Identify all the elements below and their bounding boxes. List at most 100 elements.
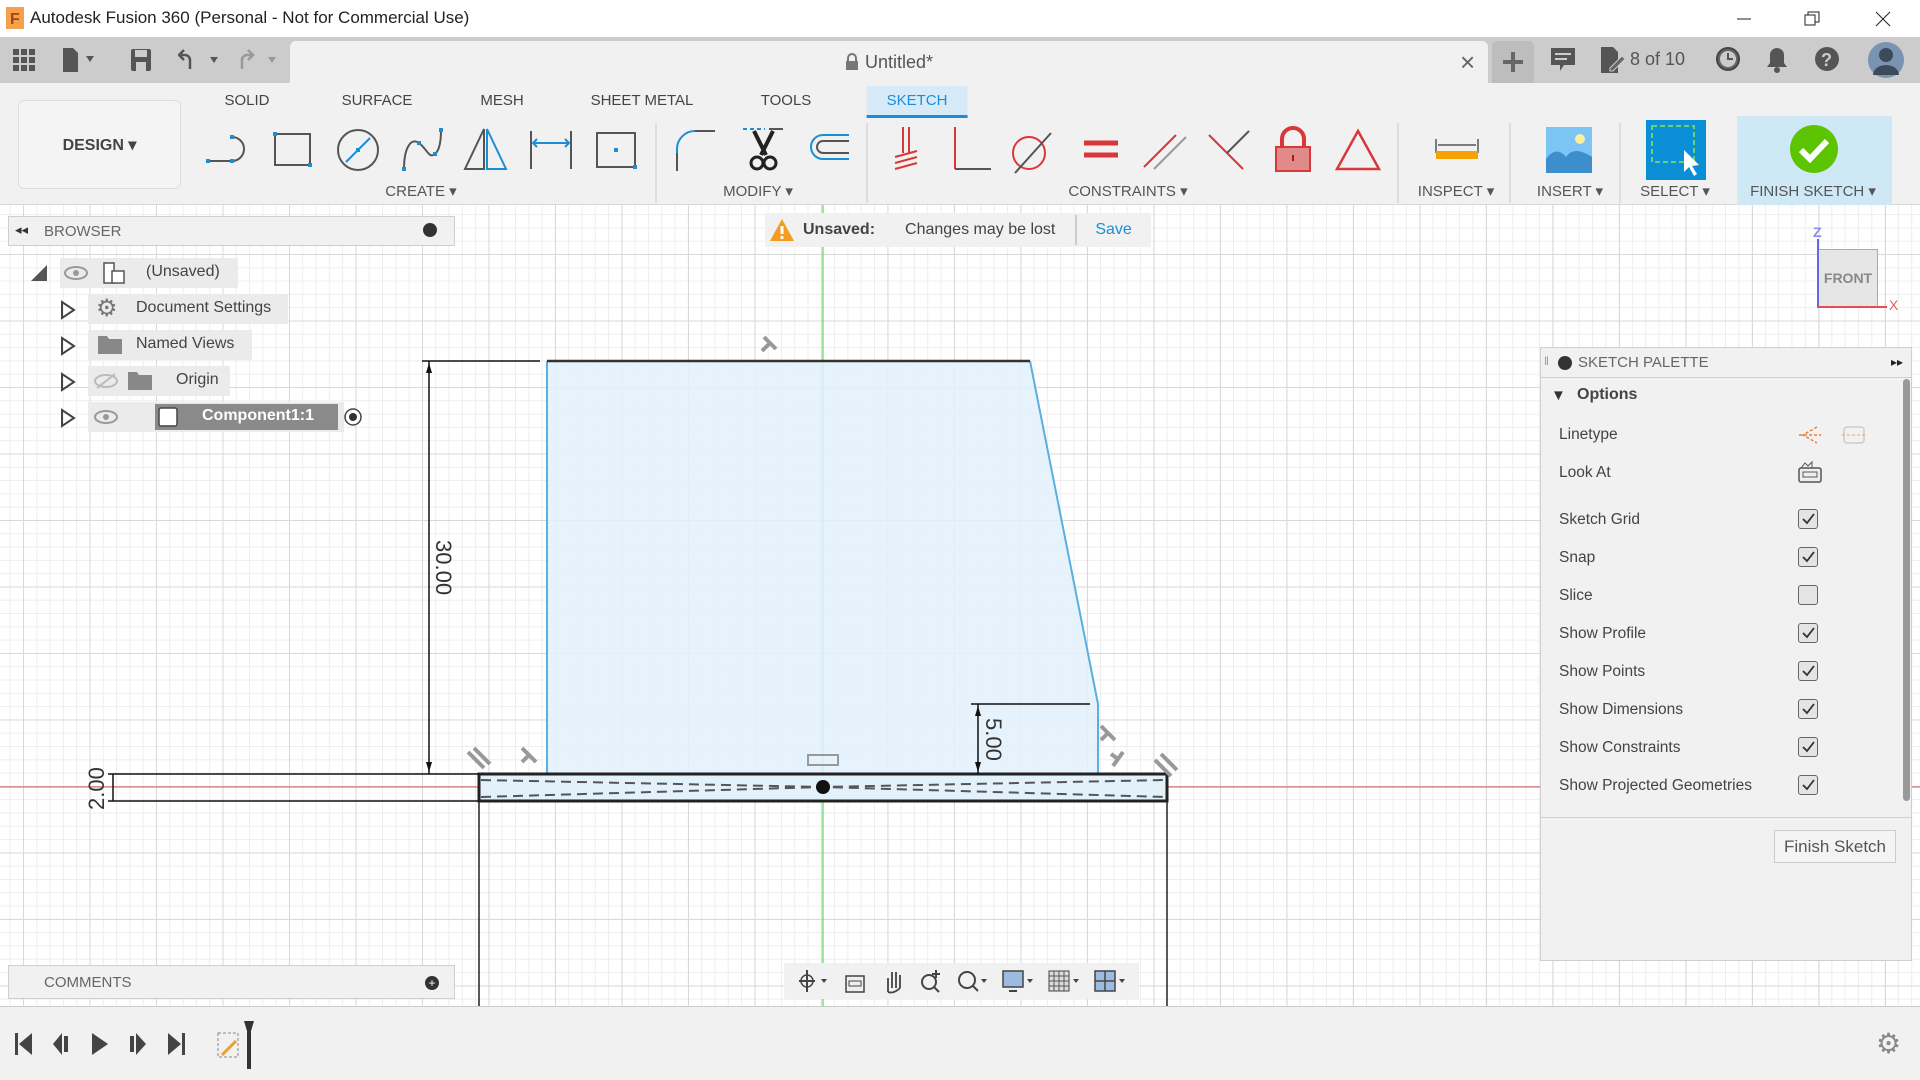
expand-arrow-icon[interactable] [60, 372, 76, 392]
spline-tool-icon[interactable] [395, 123, 449, 177]
job-status-icon[interactable] [1600, 46, 1626, 74]
finish-sketch-button[interactable]: Finish Sketch [1774, 830, 1896, 863]
select-menu[interactable]: SELECT ▾ [1640, 182, 1710, 200]
tab-mesh[interactable]: MESH [480, 92, 523, 109]
insert-menu[interactable]: INSERT ▾ [1537, 182, 1603, 200]
step-forward-icon[interactable] [128, 1032, 148, 1056]
expand-palette-icon[interactable]: ▸▸ [1891, 355, 1903, 369]
palette-minimize-icon[interactable] [1558, 356, 1572, 370]
restore-button[interactable] [1784, 0, 1840, 37]
option-checkbox[interactable] [1798, 775, 1818, 795]
timeline-settings-gear-icon[interactable]: ⚙ [1876, 1027, 1901, 1060]
measure-tool-icon[interactable] [1430, 123, 1484, 177]
rectangle-tool-icon[interactable] [266, 123, 320, 177]
app-grid-icon[interactable] [12, 48, 36, 72]
document-tab[interactable]: Untitled* × [290, 41, 1488, 83]
tab-sheet-metal[interactable]: SHEET METAL [591, 92, 694, 109]
workspace-switcher[interactable]: DESIGN ▾ [18, 100, 181, 189]
parallel-constraint-icon[interactable] [1138, 123, 1192, 177]
save-link[interactable]: Save [1095, 221, 1131, 239]
new-tab-button[interactable] [1492, 41, 1534, 83]
option-checkbox[interactable] [1798, 509, 1818, 529]
mirror-tool-icon[interactable] [459, 123, 513, 177]
finish-sketch-menu[interactable]: FINISH SKETCH ▾ [1750, 182, 1876, 200]
dimension-2-label[interactable]: 2.00 [84, 767, 109, 810]
constraints-menu[interactable]: CONSTRAINTS ▾ [1068, 182, 1187, 200]
job-count[interactable]: 8 of 10 [1630, 49, 1685, 70]
redo-icon[interactable] [236, 49, 282, 71]
options-collapse-icon[interactable]: ▼ [1551, 387, 1566, 404]
save-icon[interactable] [130, 48, 152, 72]
modify-menu[interactable]: MODIFY ▾ [723, 182, 793, 200]
expand-arrow-icon[interactable] [60, 408, 76, 428]
finish-sketch-check-icon[interactable] [1789, 124, 1839, 174]
browser-minimize-icon[interactable] [423, 223, 437, 237]
sketch-timeline-feature-icon[interactable] [216, 1021, 256, 1071]
close-window-button[interactable] [1855, 0, 1911, 37]
origin-point[interactable] [816, 780, 830, 794]
zoom-window-icon[interactable] [955, 968, 989, 994]
close-tab-button[interactable]: × [1460, 47, 1475, 78]
perpendicular-constraint-icon[interactable] [943, 123, 997, 177]
comment-icon[interactable] [1550, 47, 1576, 73]
dimension-30-label[interactable]: 30.00 [431, 540, 456, 595]
minimize-button[interactable] [1716, 0, 1772, 37]
option-checkbox[interactable] [1798, 699, 1818, 719]
option-checkbox[interactable] [1798, 623, 1818, 643]
play-icon[interactable] [90, 1032, 110, 1056]
eye-icon[interactable] [94, 409, 118, 425]
display-settings-icon[interactable] [1001, 968, 1035, 994]
go-to-start-icon[interactable] [14, 1032, 34, 1056]
zoom-icon[interactable] [918, 968, 944, 994]
insert-image-icon[interactable] [1542, 123, 1596, 177]
drag-handle[interactable]: ‖ [1544, 354, 1549, 368]
viewcube[interactable]: Z FRONT X [1808, 224, 1904, 314]
select-tool-icon[interactable] [1646, 120, 1706, 180]
line-tool-icon[interactable] [202, 123, 256, 177]
eye-hidden-icon[interactable] [94, 373, 118, 389]
symmetry-constraint-icon[interactable] [1331, 123, 1385, 177]
collinear-constraint-icon[interactable] [1201, 123, 1255, 177]
pan-hand-icon[interactable] [880, 968, 906, 994]
activate-radio-icon[interactable] [343, 407, 363, 427]
option-checkbox[interactable] [1798, 585, 1818, 605]
tab-tools[interactable]: TOOLS [761, 92, 812, 109]
point-tool-icon[interactable] [589, 123, 643, 177]
centerline-linetype-icon[interactable] [1841, 424, 1867, 446]
viewcube-front-face[interactable]: FRONT [1818, 249, 1878, 307]
viewports-icon[interactable] [1093, 968, 1127, 994]
undo-icon[interactable] [178, 49, 224, 71]
collapse-browser-icon[interactable]: ◂◂ [15, 222, 28, 238]
look-at-icon[interactable] [1797, 460, 1823, 484]
help-icon[interactable]: ? [1814, 46, 1840, 72]
orbit-icon[interactable] [796, 968, 830, 994]
expand-arrow-icon[interactable] [60, 300, 76, 320]
expanded-triangle-icon[interactable] [30, 264, 48, 282]
tab-solid[interactable]: SOLID [224, 92, 269, 109]
step-back-icon[interactable] [52, 1032, 72, 1056]
option-checkbox[interactable] [1798, 547, 1818, 567]
file-menu-icon[interactable] [62, 47, 98, 73]
grid-settings-icon[interactable] [1047, 968, 1081, 994]
offset-tool-icon[interactable] [801, 123, 855, 177]
tab-surface[interactable]: SURFACE [342, 92, 413, 109]
trim-tool-icon[interactable] [737, 123, 791, 177]
construction-linetype-icon[interactable] [1797, 424, 1823, 446]
dimension-tool-icon[interactable] [524, 123, 578, 177]
expand-arrow-icon[interactable] [60, 336, 76, 356]
user-avatar[interactable] [1867, 41, 1905, 79]
dimension-5-label[interactable]: 5.00 [981, 718, 1006, 761]
inspect-menu[interactable]: INSPECT ▾ [1418, 182, 1494, 200]
option-checkbox[interactable] [1798, 661, 1818, 681]
sketch-profile[interactable] [547, 361, 1098, 774]
tangent-constraint-icon[interactable] [1005, 123, 1059, 177]
go-to-end-icon[interactable] [166, 1032, 186, 1056]
equal-constraint-icon[interactable] [1074, 123, 1128, 177]
options-section-title[interactable]: Options [1577, 386, 1637, 404]
look-at-view-icon[interactable] [842, 968, 868, 994]
eye-icon[interactable] [64, 265, 88, 281]
add-comment-icon[interactable]: + [425, 976, 439, 990]
tab-sketch[interactable]: SKETCH [866, 86, 968, 118]
circle-tool-icon[interactable] [331, 123, 385, 177]
clock-icon[interactable] [1715, 46, 1741, 72]
